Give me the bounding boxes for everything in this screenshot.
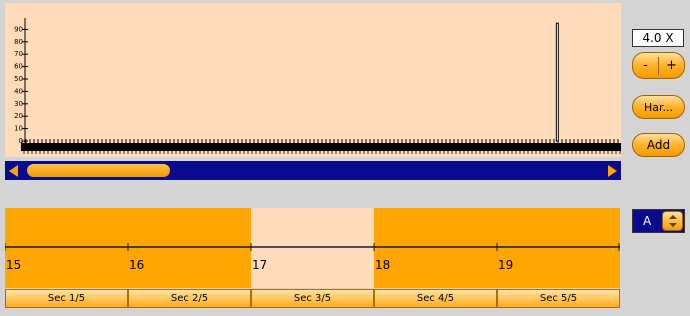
y-tick-label: 50 bbox=[14, 75, 23, 83]
y-tick-label: 30 bbox=[14, 100, 23, 108]
spinner-down-icon[interactable] bbox=[669, 223, 677, 227]
channel-label: A bbox=[643, 214, 652, 228]
scroll-left-icon[interactable] bbox=[9, 165, 18, 177]
y-tick-label: 90 bbox=[14, 25, 23, 33]
timeline-axis: 15 16 17 18 19 bbox=[5, 243, 620, 272]
timeline-panel[interactable]: 15 16 17 18 19 bbox=[5, 208, 620, 288]
y-tick-label: 20 bbox=[14, 112, 23, 120]
timeline-tick-label: 15 bbox=[6, 258, 21, 272]
section-tabs: Sec 1/5 Sec 2/5 Sec 3/5 Sec 4/5 Sec 5/5 bbox=[5, 289, 620, 308]
add-button[interactable]: Add bbox=[632, 133, 685, 157]
spectrum-spike bbox=[555, 22, 559, 142]
channel-spinner[interactable] bbox=[662, 211, 683, 231]
y-tick-label: 80 bbox=[14, 38, 23, 46]
timeline-tick-label: 17 bbox=[252, 258, 267, 272]
channel-selector[interactable]: A bbox=[632, 209, 685, 233]
spinner-up-icon[interactable] bbox=[669, 215, 677, 219]
scroll-right-icon[interactable] bbox=[608, 165, 617, 177]
section-tab-1[interactable]: Sec 1/5 bbox=[5, 289, 128, 308]
zoom-in-button[interactable]: + bbox=[659, 58, 684, 73]
timeline-tick-label: 19 bbox=[498, 258, 513, 272]
section-tab-5[interactable]: Sec 5/5 bbox=[497, 289, 620, 308]
spectrum-plot[interactable]: 0 10 20 30 40 50 60 70 80 90 bbox=[5, 3, 621, 157]
zoom-out-button[interactable]: - bbox=[633, 58, 658, 73]
y-tick-label: 60 bbox=[14, 63, 23, 71]
zoom-button-group: - + bbox=[632, 52, 685, 79]
section-tab-4[interactable]: Sec 4/5 bbox=[374, 289, 497, 308]
harmonics-button[interactable]: Har... bbox=[632, 95, 685, 119]
spectrum-svg: 0102030405060708090 bbox=[14, 18, 621, 154]
timeline-tick-label: 16 bbox=[129, 258, 144, 272]
section-tab-2[interactable]: Sec 2/5 bbox=[128, 289, 251, 308]
y-tick-label: 40 bbox=[14, 87, 23, 95]
scroll-thumb[interactable] bbox=[27, 164, 170, 177]
section-tab-3[interactable]: Sec 3/5 bbox=[251, 289, 374, 308]
horizontal-scrollbar[interactable] bbox=[5, 161, 621, 180]
timeline-tick-label: 18 bbox=[375, 258, 390, 272]
y-tick-label: 10 bbox=[14, 125, 23, 133]
y-tick-label: 70 bbox=[14, 50, 23, 58]
baseline-band bbox=[21, 143, 621, 151]
zoom-level-display: 4.0 X bbox=[632, 29, 684, 47]
